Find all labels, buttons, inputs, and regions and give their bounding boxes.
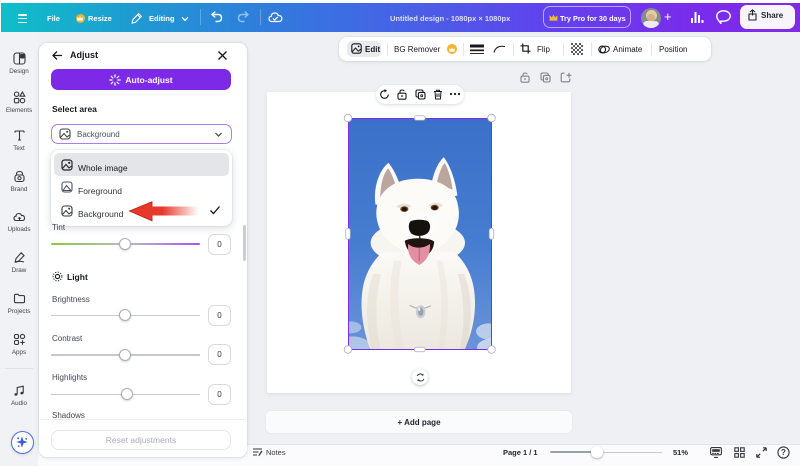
svg-text:?: ? (781, 448, 786, 457)
